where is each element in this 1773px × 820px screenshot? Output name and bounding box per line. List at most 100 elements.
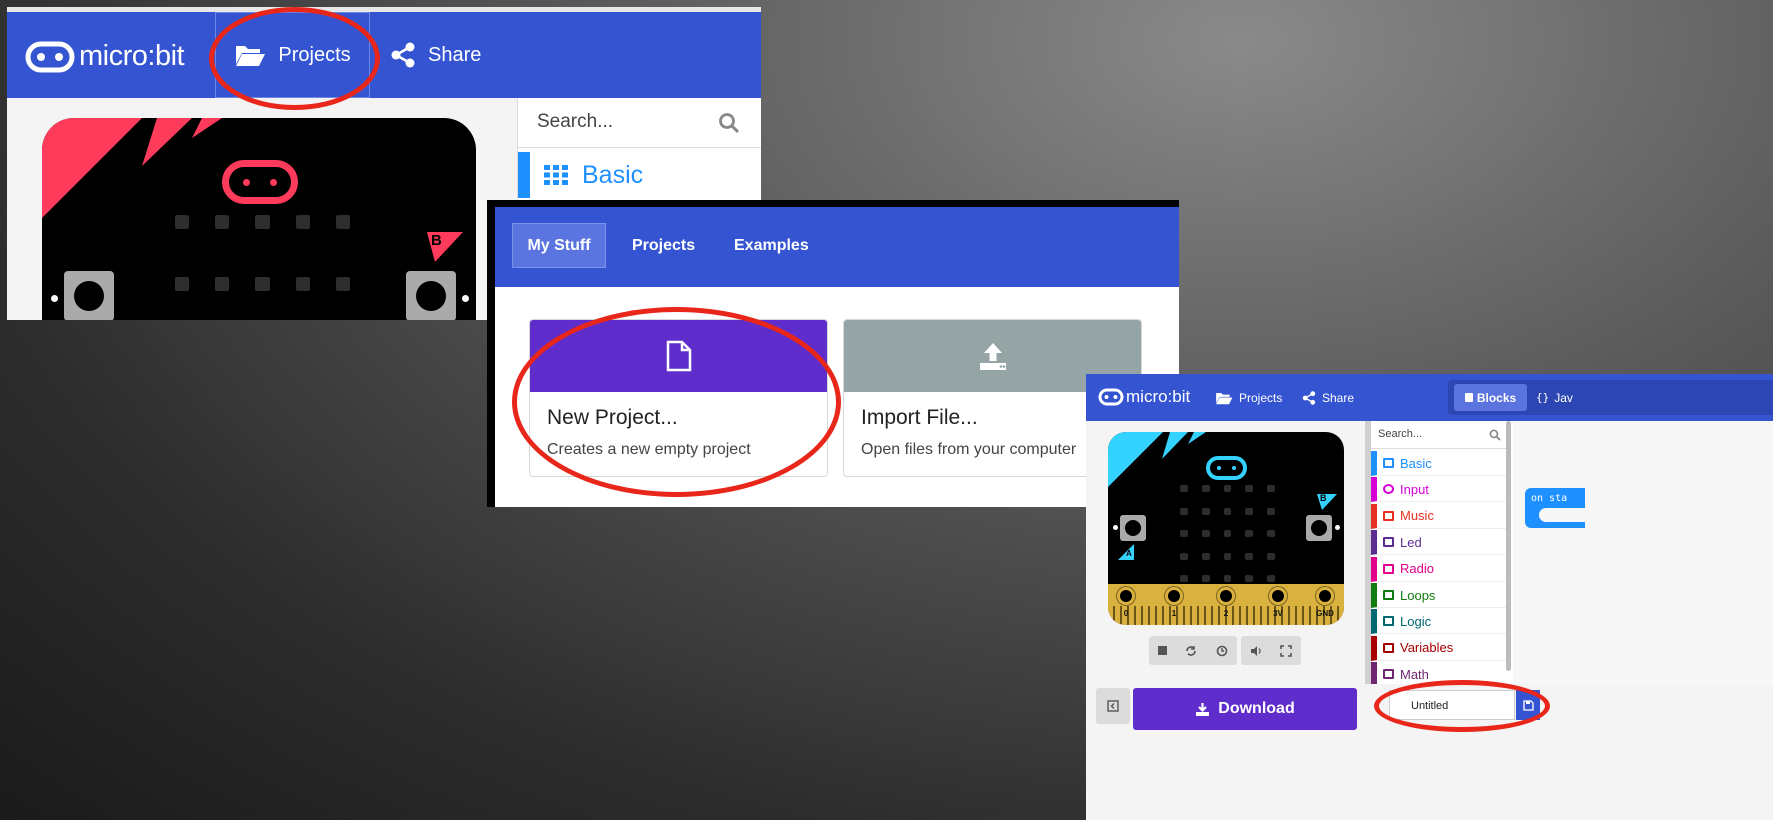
toolbox-scrollbar[interactable] (1506, 421, 1511, 671)
fullscreen-icon[interactable] (1280, 644, 1292, 657)
headphones-icon (1383, 510, 1394, 521)
toolbox-category-variables[interactable]: Variables (1371, 635, 1511, 661)
new-project-card[interactable]: New Project... Creates a new empty proje… (529, 319, 828, 477)
projects-button[interactable]: Projects (215, 12, 370, 98)
pin-1[interactable]: 1 (1162, 585, 1186, 623)
led-matrix (175, 215, 350, 320)
microbit-logo[interactable]: micro:bit (1098, 387, 1190, 407)
circle-icon (1383, 484, 1394, 495)
toolbox-category-basic[interactable]: Basic (1371, 451, 1511, 476)
bars-icon (1383, 563, 1394, 574)
category-label: Loops (1400, 587, 1436, 603)
pin-label: GND (1316, 609, 1334, 618)
category-label: Led (1400, 534, 1422, 550)
toggle-icon (1383, 537, 1394, 548)
volume-icon[interactable] (1250, 645, 1262, 657)
button-a[interactable] (1120, 515, 1146, 541)
toolbox-search[interactable]: Search... (1371, 421, 1511, 449)
toolbox-category-music[interactable]: Music (1371, 503, 1511, 529)
toolbox-category-basic[interactable]: Basic (518, 152, 761, 198)
pin-dot-left (51, 295, 58, 302)
logo-outline-icon (222, 160, 298, 204)
share-icon (391, 42, 415, 68)
share-button[interactable]: Share (390, 12, 481, 98)
save-button[interactable] (1516, 690, 1540, 720)
projects-button[interactable]: Projects (1215, 374, 1282, 421)
logo-outline-icon (1206, 456, 1247, 480)
card-banner (530, 320, 827, 392)
slowmo-icon[interactable] (1216, 645, 1228, 657)
toolbox-category-loops[interactable]: Loops (1371, 583, 1511, 608)
microbit-simulator[interactable]: B A 0 1 2 3V GND (1108, 432, 1344, 625)
folder-open-icon (1216, 392, 1233, 404)
share-label: Share (1322, 390, 1355, 405)
edge-connector: 0 1 2 3V GND (1108, 584, 1344, 625)
search-icon (719, 113, 740, 134)
card-description: Open files from your computer (861, 441, 1077, 458)
button-a-badge: A (1118, 544, 1134, 560)
toolbox-category-led[interactable]: Led (1371, 530, 1511, 556)
category-label: Basic (1400, 455, 1432, 471)
pin-3v[interactable]: 3V (1266, 585, 1290, 623)
screenshot-full-editor: micro:bit Projects Share Blocks {} Jav B… (1086, 374, 1773, 820)
led-matrix (1180, 485, 1275, 585)
top-bar: micro:bit Projects Share Blocks {} Jav (1086, 374, 1773, 421)
editor-footer: Download Untitled (1086, 684, 1773, 820)
brand-name: micro:bit (1126, 387, 1191, 406)
project-name-input[interactable]: Untitled (1389, 690, 1515, 720)
sim-control-group-2 (1241, 636, 1301, 665)
collapse-button[interactable] (1096, 688, 1130, 724)
tab-projects[interactable]: Projects (632, 223, 695, 268)
card-title: Import File... (861, 406, 978, 429)
loop-icon (1383, 590, 1394, 600)
calc-icon (1383, 669, 1394, 680)
category-label: Math (1400, 666, 1429, 682)
microbit-logo[interactable]: micro:bit (25, 40, 185, 73)
category-label: Music (1400, 508, 1434, 524)
tab-label: Projects (632, 236, 696, 254)
button-b-badge: B (1317, 493, 1337, 510)
restart-icon[interactable] (1185, 645, 1197, 657)
braces-icon: {} (1536, 391, 1550, 404)
microbit-logo-icon (25, 41, 75, 72)
blocks-label: Blocks (1476, 390, 1517, 405)
card-title: New Project... (547, 406, 678, 429)
toolbox-category-input[interactable]: Input (1371, 477, 1511, 503)
list-icon (1383, 642, 1394, 653)
share-icon (1302, 390, 1316, 405)
download-icon (1196, 702, 1210, 716)
simulator-area: B (7, 98, 517, 320)
download-button[interactable]: Download (1133, 688, 1357, 730)
blocks-tab[interactable]: Blocks (1454, 384, 1527, 411)
javascript-tab[interactable]: {} Jav (1536, 384, 1573, 411)
tab-examples[interactable]: Examples (734, 223, 809, 268)
upload-icon (979, 343, 1006, 370)
grid-icon (544, 165, 568, 185)
share-button[interactable]: Share (1302, 374, 1354, 421)
pin-0[interactable]: 0 (1114, 585, 1138, 623)
screenshot-projects-dialog: My Stuff Projects Examples New Project..… (487, 200, 1179, 507)
pin-label: 1 (1171, 609, 1177, 618)
category-label: Radio (1400, 561, 1434, 577)
pin-2[interactable]: 2 (1214, 585, 1238, 623)
button-a[interactable] (64, 271, 114, 320)
pin-dot-left (1113, 525, 1118, 530)
stop-icon[interactable] (1158, 646, 1168, 655)
button-b-badge: B (427, 232, 463, 262)
collapse-icon (1107, 700, 1119, 712)
tab-my-stuff[interactable]: My Stuff (512, 223, 606, 268)
tab-label: Examples (734, 236, 809, 254)
pin-label: 0 (1123, 609, 1129, 618)
tab-label: My Stuff (527, 236, 591, 254)
shuffle-icon (1383, 616, 1394, 627)
projects-label: Projects (1239, 390, 1283, 405)
toolbox-search[interactable]: Search... (518, 98, 761, 148)
toolbox-category-radio[interactable]: Radio (1371, 556, 1511, 582)
grid-icon (1383, 458, 1394, 468)
toolbox-category-logic[interactable]: Logic (1371, 609, 1511, 635)
button-b[interactable] (406, 271, 456, 320)
on-start-block[interactable]: on sta (1525, 488, 1585, 528)
microbit-simulator[interactable]: B (42, 118, 476, 320)
pin-gnd[interactable]: GND (1313, 585, 1337, 623)
button-b[interactable] (1306, 515, 1332, 541)
